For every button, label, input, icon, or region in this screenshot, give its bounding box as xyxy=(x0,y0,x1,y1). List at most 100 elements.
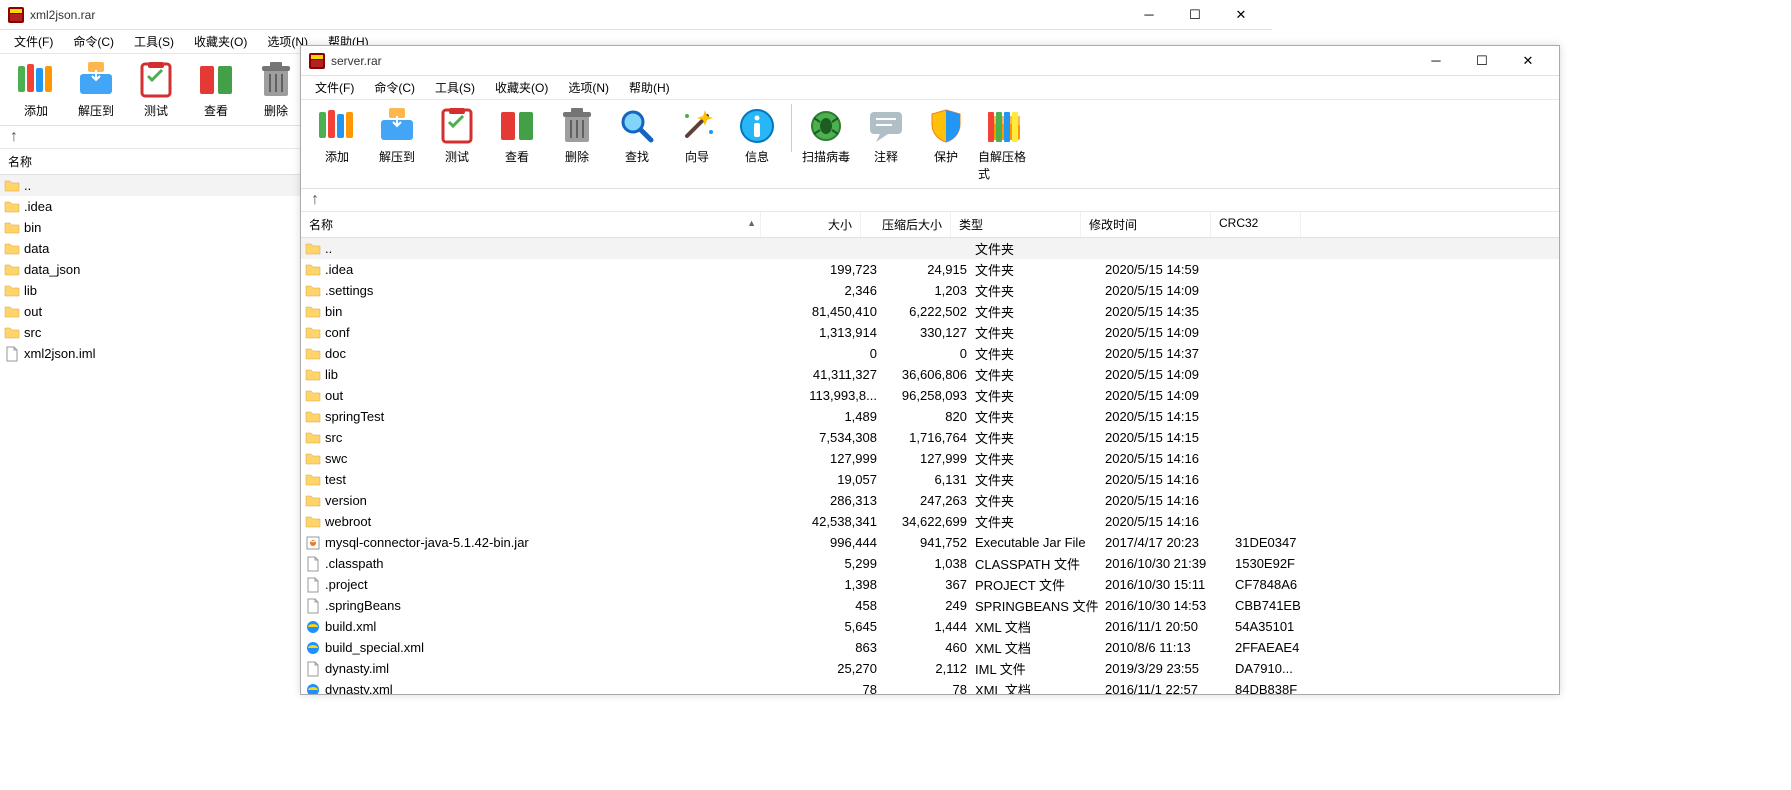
table-row[interactable]: dynasty.iml25,2702,112IML 文件2019/3/29 23… xyxy=(301,658,1559,679)
minimize-button[interactable]: ─ xyxy=(1126,0,1172,30)
ie-icon xyxy=(305,682,321,695)
file-size: 42,538,341 xyxy=(785,514,885,529)
table-row[interactable]: version286,313247,263文件夹2020/5/15 14:16 xyxy=(301,490,1559,511)
tool-label: 添加 xyxy=(325,148,349,165)
folder-icon xyxy=(305,451,321,467)
table-row[interactable]: swc127,999127,999文件夹2020/5/15 14:16 xyxy=(301,448,1559,469)
file-name: .idea xyxy=(325,262,785,277)
file-mtime: 2020/5/15 14:37 xyxy=(1105,346,1235,361)
file-packed: 460 xyxy=(885,640,975,655)
table-row[interactable]: springTest1,489820文件夹2020/5/15 14:15 xyxy=(301,406,1559,427)
toolbar-folder-extract-button[interactable]: 解压到 xyxy=(367,104,427,167)
folder-extract-icon xyxy=(377,106,417,146)
folder-icon xyxy=(4,304,20,320)
table-row[interactable]: lib41,311,32736,606,806文件夹2020/5/15 14:0… xyxy=(301,364,1559,385)
toolbar-comment-button[interactable]: 注释 xyxy=(856,104,916,167)
toolbar-shield-button[interactable]: 保护 xyxy=(916,104,976,167)
file-size: 1,313,914 xyxy=(785,325,885,340)
toolbar-list-test-button[interactable]: 测试 xyxy=(126,58,186,121)
table-row[interactable]: mysql-connector-java-5.1.42-bin.jar996,4… xyxy=(301,532,1559,553)
folder-icon xyxy=(4,283,20,299)
file-list-front[interactable]: ..文件夹.idea199,72324,915文件夹2020/5/15 14:5… xyxy=(301,238,1559,694)
toolbar-bug-button[interactable]: 扫描病毒 xyxy=(796,104,856,167)
menu-item[interactable]: 命令(C) xyxy=(63,31,124,52)
file-name: .settings xyxy=(325,283,785,298)
menu-item[interactable]: 文件(F) xyxy=(4,31,63,52)
table-row[interactable]: src7,534,3081,716,764文件夹2020/5/15 14:15 xyxy=(301,427,1559,448)
toolbar-separator xyxy=(791,104,792,152)
menu-item[interactable]: 收藏夹(O) xyxy=(485,77,558,98)
up-arrow-icon: ↑ xyxy=(10,128,18,145)
table-row[interactable]: dynasty.xml7878XML 文档2016/11/1 22:5784DB… xyxy=(301,679,1559,694)
file-size: 2,346 xyxy=(785,283,885,298)
menu-item[interactable]: 选项(N) xyxy=(558,77,619,98)
file-size: 5,645 xyxy=(785,619,885,634)
toolbar-info-button[interactable]: 信息 xyxy=(727,104,787,167)
table-row[interactable]: webroot42,538,34134,622,699文件夹2020/5/15 … xyxy=(301,511,1559,532)
menu-item[interactable]: 帮助(H) xyxy=(619,77,680,98)
file-packed: 820 xyxy=(885,409,975,424)
file-name: dynasty.xml xyxy=(325,682,785,694)
table-row[interactable]: ..文件夹 xyxy=(301,238,1559,259)
rar-icon xyxy=(309,53,325,69)
file-packed: 367 xyxy=(885,577,975,592)
table-row[interactable]: build.xml5,6451,444XML 文档2016/11/1 20:50… xyxy=(301,616,1559,637)
menu-item[interactable]: 工具(S) xyxy=(425,77,485,98)
up-row-front[interactable]: ↑ xyxy=(301,189,1559,212)
file-type: 文件夹 xyxy=(975,323,1105,342)
toolbar-book-view-button[interactable]: 查看 xyxy=(487,104,547,167)
minimize-button[interactable]: ─ xyxy=(1413,46,1459,76)
file-type: XML 文档 xyxy=(975,638,1105,657)
close-button[interactable]: ✕ xyxy=(1218,0,1264,30)
menu-item[interactable]: 文件(F) xyxy=(305,77,364,98)
col-crc[interactable]: CRC32 xyxy=(1211,212,1301,237)
titlebar-back: xml2json.rar ─ ☐ ✕ xyxy=(0,0,1272,30)
folder-icon xyxy=(305,388,321,404)
maximize-button[interactable]: ☐ xyxy=(1172,0,1218,30)
table-row[interactable]: .settings2,3461,203文件夹2020/5/15 14:09 xyxy=(301,280,1559,301)
col-packed[interactable]: 压缩后大小 xyxy=(861,212,951,237)
table-row[interactable]: .classpath5,2991,038CLASSPATH 文件2016/10/… xyxy=(301,553,1559,574)
file-crc: 2FFAEAE4 xyxy=(1235,640,1325,655)
file-type: 文件夹 xyxy=(975,491,1105,510)
toolbar-folder-extract-button[interactable]: 解压到 xyxy=(66,58,126,121)
maximize-button[interactable]: ☐ xyxy=(1459,46,1505,76)
title-front: server.rar xyxy=(331,54,1413,68)
books-add-icon xyxy=(317,106,357,146)
file-name: src xyxy=(325,430,785,445)
toolbar-wand-button[interactable]: 向导 xyxy=(667,104,727,167)
info-icon xyxy=(737,106,777,146)
table-row[interactable]: .idea199,72324,915文件夹2020/5/15 14:59 xyxy=(301,259,1559,280)
table-row[interactable]: .springBeans458249SPRINGBEANS 文件2016/10/… xyxy=(301,595,1559,616)
toolbar-book-view-button[interactable]: 查看 xyxy=(186,58,246,121)
close-button[interactable]: ✕ xyxy=(1505,46,1551,76)
toolbar-books-add-button[interactable]: 添加 xyxy=(6,58,66,121)
table-row[interactable]: doc00文件夹2020/5/15 14:37 xyxy=(301,343,1559,364)
file-type: 文件夹 xyxy=(975,239,1105,258)
table-row[interactable]: build_special.xml863460XML 文档2010/8/6 11… xyxy=(301,637,1559,658)
toolbar-trash-button[interactable]: 删除 xyxy=(547,104,607,167)
menu-item[interactable]: 工具(S) xyxy=(124,31,184,52)
table-row[interactable]: test19,0576,131文件夹2020/5/15 14:16 xyxy=(301,469,1559,490)
menu-item[interactable]: 命令(C) xyxy=(364,77,425,98)
folder-icon xyxy=(4,199,20,215)
file-size: 81,450,410 xyxy=(785,304,885,319)
tool-label: 查看 xyxy=(204,102,228,119)
table-row[interactable]: out113,993,8...96,258,093文件夹2020/5/15 14… xyxy=(301,385,1559,406)
table-row[interactable]: bin81,450,4106,222,502文件夹2020/5/15 14:35 xyxy=(301,301,1559,322)
col-size[interactable]: 大小 xyxy=(761,212,861,237)
col-name[interactable]: 名称▲ xyxy=(301,212,761,237)
toolbar-trash-button[interactable]: 删除 xyxy=(246,58,306,121)
col-type[interactable]: 类型 xyxy=(951,212,1081,237)
table-row[interactable]: conf1,313,914330,127文件夹2020/5/15 14:09 xyxy=(301,322,1559,343)
file-name: build.xml xyxy=(325,619,785,634)
toolbar-list-test-button[interactable]: 测试 xyxy=(427,104,487,167)
menu-item[interactable]: 收藏夹(O) xyxy=(184,31,257,52)
col-mtime[interactable]: 修改时间 xyxy=(1081,212,1211,237)
list-test-icon xyxy=(437,106,477,146)
toolbar-sfx-button[interactable]: 自解压格式 xyxy=(976,104,1036,184)
toolbar-magnifier-button[interactable]: 查找 xyxy=(607,104,667,167)
table-row[interactable]: .project1,398367PROJECT 文件2016/10/30 15:… xyxy=(301,574,1559,595)
folder-icon xyxy=(305,472,321,488)
toolbar-books-add-button[interactable]: 添加 xyxy=(307,104,367,167)
